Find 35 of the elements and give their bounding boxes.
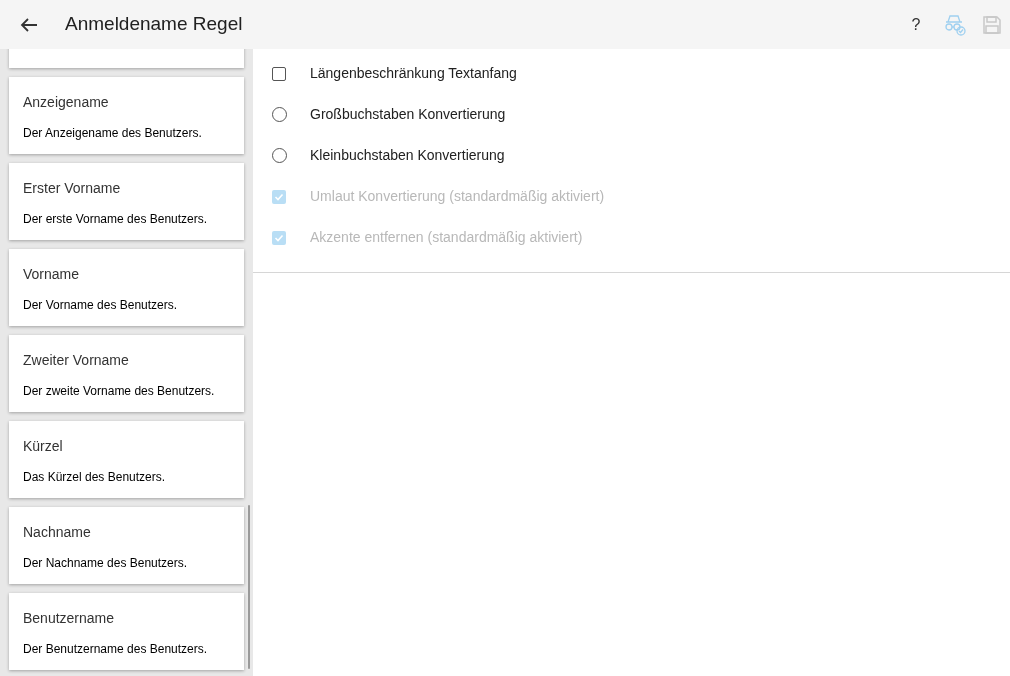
card-description: Das Kürzel des Benutzers. (23, 469, 167, 485)
attribute-card[interactable]: Nachname Der Nachname des Benutzers. (9, 507, 244, 584)
attribute-card[interactable]: Benutzername Der Benutzername des Benutzers. (9, 593, 244, 670)
attribute-card[interactable]: Erster Vorname Der erste Vorname des Benutzers. (9, 163, 244, 240)
check-icon (274, 232, 284, 243)
incognito-check-icon[interactable] (942, 13, 966, 36)
checkbox[interactable] (272, 66, 286, 81)
attribute-card[interactable]: Vorname Der Vorname des Benutzers. (9, 249, 244, 326)
option-label: Umlaut Konvertierung (standardmäßig aktiviert) (310, 187, 605, 206)
attribute-card[interactable]: Kürzel Das Kürzel des Benutzers. (9, 421, 244, 498)
attribute-card[interactable]: Zweiter Vorname Der zweite Vorname des Benutzers. (9, 335, 244, 412)
scrollbar[interactable] (248, 505, 250, 669)
card-description: Der zweite Vorname des Benutzers. (23, 383, 216, 399)
card-title: Vorname (23, 265, 81, 283)
card-description: Der Vorname des Benutzers. (23, 297, 179, 313)
card-title: Anzeigename (23, 93, 110, 111)
card-title: Zweiter Vorname (23, 351, 130, 369)
card-title: Benutzername (23, 609, 116, 627)
card-title: Kürzel (23, 437, 64, 455)
card-description: Der Benutzername des Benutzers. (23, 641, 209, 657)
back-arrow-icon (20, 16, 38, 33)
help-button[interactable]: ? (906, 12, 926, 37)
check-icon (274, 191, 284, 202)
card-description: Der Anzeigename des Benutzers. (23, 125, 203, 141)
card-title: Nachname (23, 523, 92, 541)
page-title: Anmeldename Regel (65, 12, 243, 37)
save-icon[interactable] (982, 14, 1002, 35)
option-label: Großbuchstaben Konvertierung (310, 105, 506, 124)
card-description: Der Nachname des Benutzers. (23, 555, 189, 571)
card-title: Erster Vorname (23, 179, 122, 197)
option-label: Längenbeschränkung Textanfang (310, 64, 517, 83)
option-label: Kleinbuchstaben Konvertierung (310, 146, 505, 165)
option-label: Akzente entfernen (standardmäßig aktiviert) (310, 228, 583, 247)
card-description: Der erste Vorname des Benutzers. (23, 211, 209, 227)
attribute-card[interactable]: Anzeigename Der Anzeigename des Benutzers. (9, 77, 244, 154)
